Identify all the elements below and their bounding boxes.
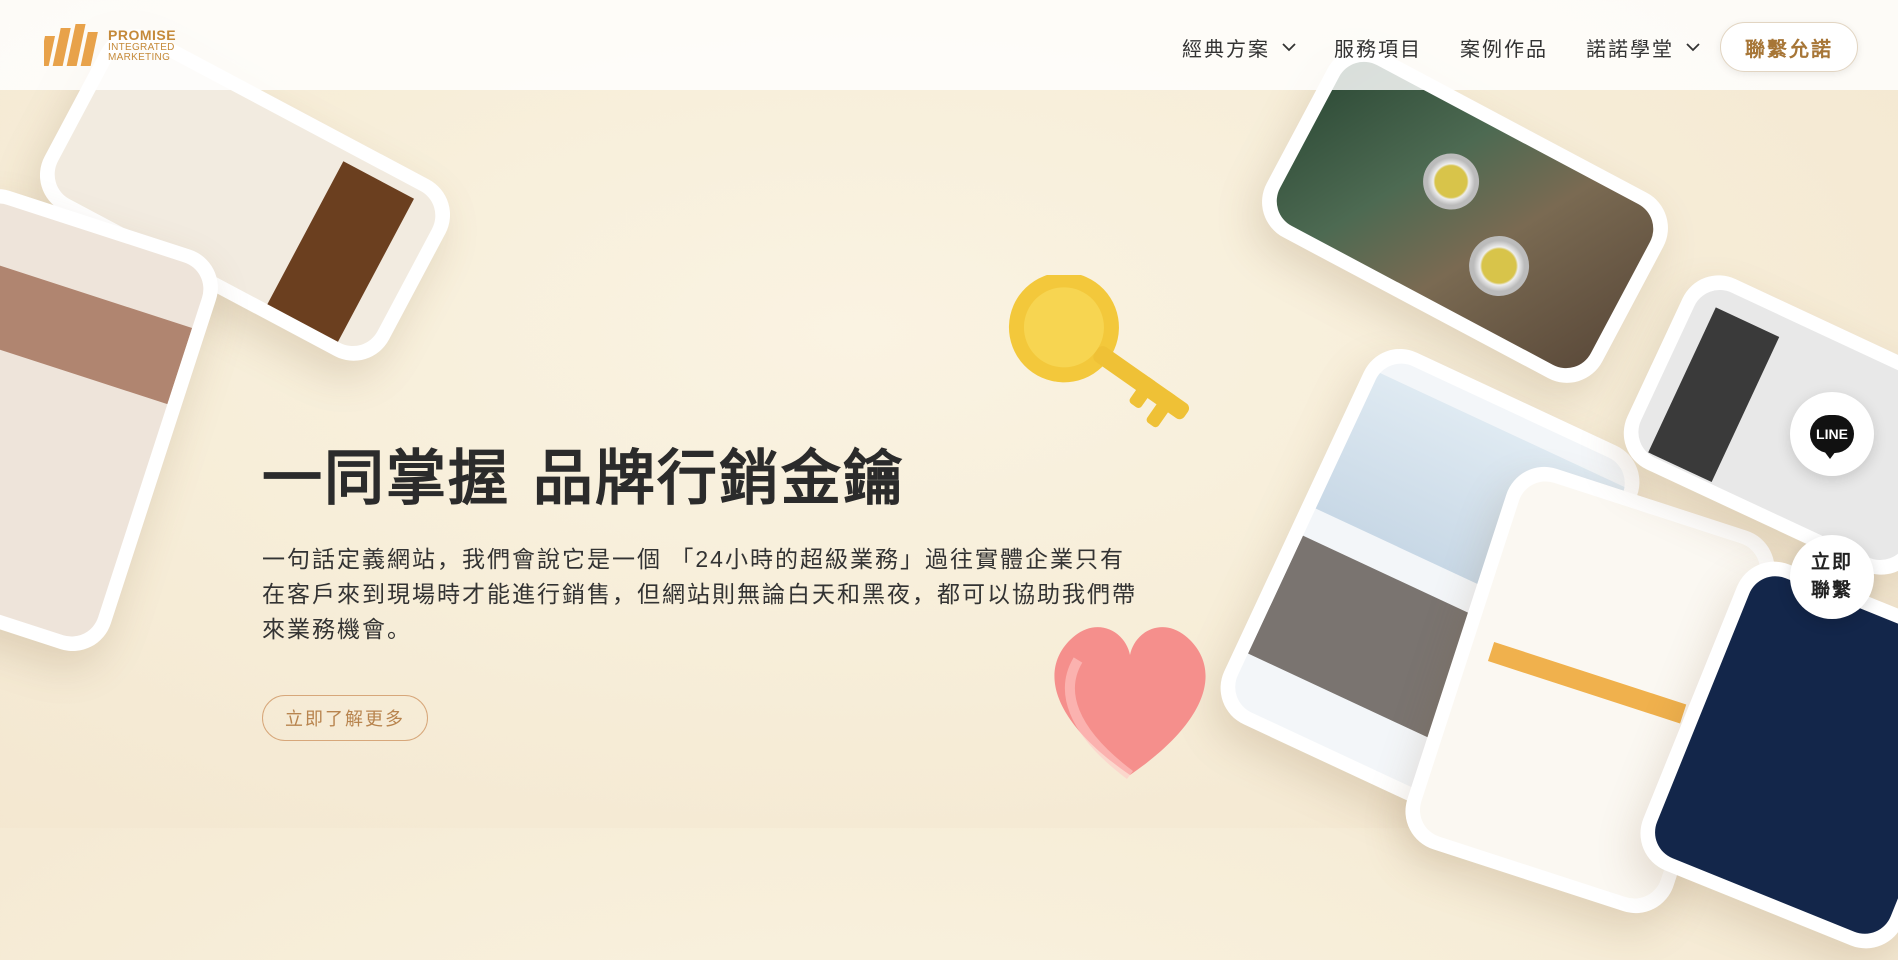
chevron-down-icon <box>1282 42 1296 51</box>
nav-item-label: 案例作品 <box>1460 38 1548 61</box>
contact-now-line1: 立即 <box>1810 552 1853 573</box>
nav-item-label: 經典方案 <box>1182 38 1270 61</box>
nav-item-plans[interactable]: 經典方案 <box>1182 33 1296 62</box>
brand-logo[interactable]: PROMISE INTEGRATED MARKETING <box>44 22 194 70</box>
key-icon <box>1008 275 1190 428</box>
site-header: PROMISE INTEGRATED MARKETING 經典方案 服務項目 案… <box>0 0 1898 90</box>
nav-item-label: 服務項目 <box>1334 38 1422 61</box>
logo-mark-icon <box>44 24 98 66</box>
contact-button[interactable]: 聯繫允諾 <box>1720 22 1858 72</box>
phone-mockup-left <box>0 178 229 662</box>
hero-description: 一句話定義網站，我們會說它是一個 「24小時的超級業務」過往實體企業只有在客戶來… <box>262 546 1137 642</box>
contact-now-line2: 聯繫 <box>1810 580 1853 601</box>
contact-now-button[interactable]: 立即 聯繫 <box>1790 535 1874 619</box>
nav-item-label: 諾諾學堂 <box>1586 38 1674 61</box>
nav-item-services[interactable]: 服務項目 <box>1334 33 1422 62</box>
nav-item-academy[interactable]: 諾諾學堂 <box>1586 33 1700 62</box>
learn-more-button[interactable]: 立即了解更多 <box>262 695 428 741</box>
brand-name-line1: PROMISE <box>108 27 177 44</box>
nav-item-portfolio[interactable]: 案例作品 <box>1460 33 1548 62</box>
line-chat-button[interactable]: LINE <box>1790 392 1874 476</box>
chevron-down-icon <box>1686 42 1700 51</box>
main-nav: 經典方案 服務項目 案例作品 諾諾學堂 聯繫允諾 <box>1144 22 1858 72</box>
line-chat-icon: LINE <box>1810 415 1854 459</box>
hero-title: 一同掌握 品牌行銷金鑰 <box>262 444 905 514</box>
brand-name-line3: MARKETING <box>108 52 171 64</box>
